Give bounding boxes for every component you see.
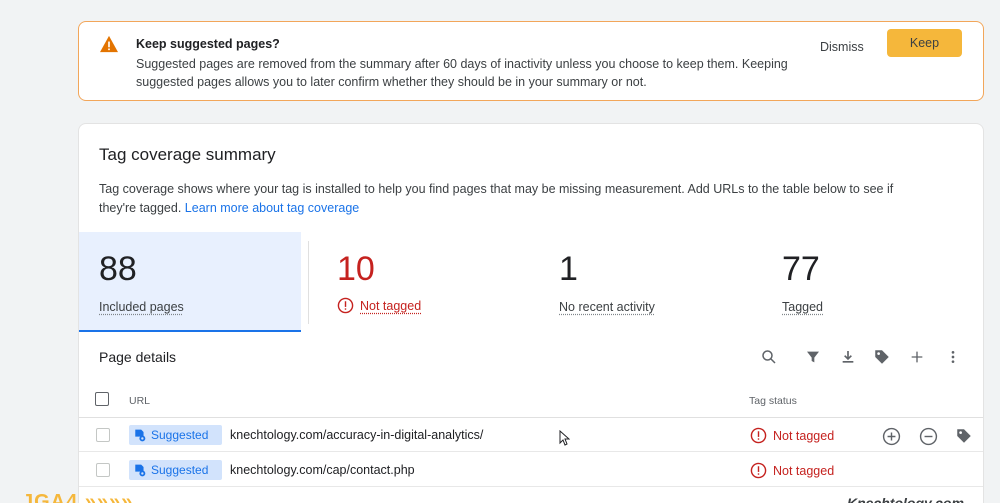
alert-circle-icon [337, 297, 354, 314]
filter-icon[interactable] [802, 346, 824, 368]
metric-label: Not tagged [360, 298, 422, 313]
metric-value: 10 [337, 250, 375, 288]
add-circle-icon[interactable] [881, 426, 901, 446]
warning-icon [100, 35, 118, 53]
keep-button[interactable]: Keep [887, 29, 962, 57]
keep-suggested-banner: Keep suggested pages? Suggested pages ar… [78, 21, 984, 101]
tag-status: Not tagged [750, 427, 834, 444]
metric-label: Included pages [99, 300, 184, 314]
watermark-right: Knechtology.com [847, 495, 964, 503]
page-suggested-icon [135, 464, 146, 476]
metric-label: Tagged [782, 300, 824, 314]
tag-status-label: Not tagged [773, 463, 835, 478]
banner-body: Suggested pages are removed from the sum… [136, 57, 788, 89]
row-checkbox[interactable] [96, 463, 110, 477]
table-header: URL Tag status [79, 384, 983, 418]
dismiss-button[interactable]: Dismiss [810, 34, 874, 60]
metric-label-wrap: Not tagged [337, 297, 421, 314]
download-icon[interactable] [837, 346, 859, 368]
metrics-row: 88 Included pages 10 Not tagged 1 No rec… [79, 232, 983, 332]
tag-status-label: Not tagged [773, 428, 835, 443]
row-url: knechtology.com/cap/contact.php [230, 463, 415, 477]
screen: Keep suggested pages? Suggested pages ar… [0, 0, 1000, 503]
remove-circle-icon[interactable] [918, 426, 938, 446]
metric-tagged[interactable]: 77 Tagged [765, 232, 965, 332]
banner-title: Keep suggested pages? [136, 37, 280, 51]
metric-not-tagged[interactable]: 10 Not tagged [319, 232, 519, 332]
tag-coverage-card: Tag coverage summary Tag coverage shows … [78, 123, 984, 503]
table-row[interactable]: Suggested knechtology.com/cap/contact.ph… [79, 453, 983, 487]
tag-status: Not tagged [750, 462, 834, 479]
metric-label: No recent activity [559, 300, 655, 314]
alert-circle-icon [750, 462, 767, 479]
tag-icon[interactable] [954, 426, 974, 446]
select-all-checkbox[interactable] [95, 392, 109, 406]
suggested-chip: Suggested [129, 460, 222, 480]
metric-value: 88 [99, 250, 137, 288]
metric-included-pages[interactable]: 88 Included pages [79, 232, 301, 332]
tag-icon[interactable] [871, 346, 893, 368]
table-row[interactable]: Suggested knechtology.com/accuracy-in-di… [79, 418, 983, 452]
learn-more-link[interactable]: Learn more about tag coverage [185, 201, 359, 215]
metric-no-recent-activity[interactable]: 1 No recent activity [541, 232, 741, 332]
metric-value: 77 [782, 250, 820, 288]
row-checkbox[interactable] [96, 428, 110, 442]
metric-value: 1 [559, 250, 578, 288]
page-details-title: Page details [99, 349, 177, 365]
card-title: Tag coverage summary [99, 145, 276, 164]
card-description: Tag coverage shows where your tag is ins… [99, 180, 899, 218]
divider [308, 241, 309, 324]
chip-label: Suggested [151, 463, 209, 477]
page-suggested-icon [135, 429, 146, 441]
mouse-cursor-icon [559, 430, 570, 446]
chip-label: Suggested [151, 428, 209, 442]
add-icon[interactable] [906, 346, 928, 368]
more-vert-icon[interactable] [942, 346, 964, 368]
row-url: knechtology.com/accuracy-in-digital-anal… [230, 428, 484, 442]
watermark-left: JGA4 »»»» [22, 491, 134, 503]
suggested-chip: Suggested [129, 425, 222, 445]
alert-circle-icon [750, 427, 767, 444]
column-tag-status: Tag status [749, 395, 797, 407]
search-icon[interactable] [758, 346, 780, 368]
column-url: URL [129, 395, 151, 407]
